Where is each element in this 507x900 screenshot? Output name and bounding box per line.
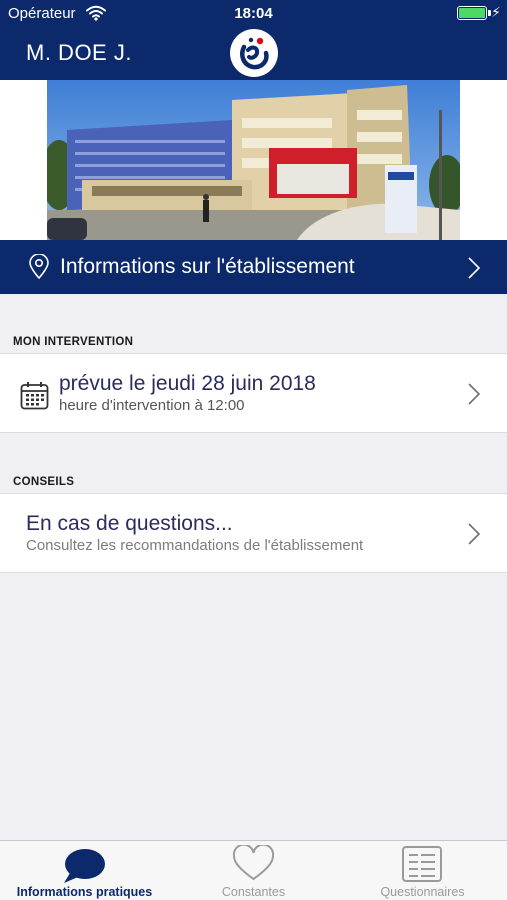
navigation-bar: Opérateur 18:04 ⚡ M. DOE J. xyxy=(0,0,507,80)
charging-icon: ⚡ xyxy=(491,4,501,20)
hero-image-container xyxy=(0,80,507,240)
tab-questionnaires[interactable]: Questionnaires xyxy=(338,841,507,900)
calendar-icon xyxy=(20,381,49,415)
user-name: M. DOE J. xyxy=(26,40,132,65)
tab-bar: Informations pratiques Constantes Questi… xyxy=(0,840,507,900)
chevron-right-icon xyxy=(467,382,481,411)
advice-section-title: CONSEILS xyxy=(13,476,75,488)
chevron-right-icon xyxy=(467,256,481,285)
tab-informations-pratiques[interactable]: Informations pratiques xyxy=(0,841,169,900)
advice-title: En cas de questions... xyxy=(26,512,233,535)
chevron-right-icon xyxy=(467,522,481,551)
intervention-time: heure d'intervention à 12:00 xyxy=(59,397,245,414)
status-bar: Opérateur 18:04 ⚡ xyxy=(0,0,507,28)
advice-row[interactable]: En cas de questions... Consultez les rec… xyxy=(0,493,507,573)
battery-icon xyxy=(457,6,491,20)
tab-label: Informations pratiques xyxy=(16,885,153,899)
tab-label: Questionnaires xyxy=(380,885,465,899)
intervention-section-title: MON INTERVENTION xyxy=(13,336,134,348)
intervention-row[interactable]: prévue le jeudi 28 juin 2018 heure d'int… xyxy=(0,353,507,433)
form-icon xyxy=(338,845,507,883)
advice-subtitle: Consultez les recommandations de l'établ… xyxy=(26,537,364,554)
status-time: 18:04 xyxy=(234,5,273,22)
speech-bubble-icon xyxy=(0,845,169,883)
tab-constantes[interactable]: Constantes xyxy=(169,841,338,900)
establishment-info-label: Informations sur l'établissement xyxy=(60,255,355,278)
tab-label: Constantes xyxy=(221,885,286,899)
hospital-building-photo xyxy=(47,80,460,240)
intervention-date: prévue le jeudi 28 juin 2018 xyxy=(59,372,316,395)
heart-icon xyxy=(169,843,338,883)
hospital-logo-icon[interactable] xyxy=(230,29,278,77)
location-pin-icon xyxy=(28,253,50,285)
establishment-info-row[interactable]: Informations sur l'établissement xyxy=(0,240,507,294)
